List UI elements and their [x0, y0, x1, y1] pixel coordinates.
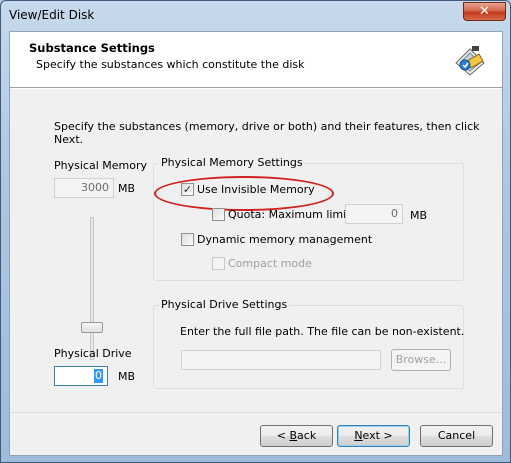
- annotation-ellipse: [154, 176, 334, 211]
- physical-memory-unit: MB: [118, 182, 136, 195]
- dialog-window: View/Edit Disk ✕ Substance Settings Spec…: [0, 0, 511, 463]
- cancel-button[interactable]: Cancel: [420, 425, 493, 447]
- physical-drive-label: Physical Drive: [54, 347, 132, 360]
- back-button[interactable]: < Back: [260, 425, 333, 447]
- drive-instruction-text: Enter the full file path. The file can b…: [180, 325, 465, 338]
- page-subtitle: Specify the substances which constitute …: [36, 58, 305, 71]
- disk-settings-icon: [455, 46, 485, 76]
- intro-text: Specify the substances (memory, drive or…: [54, 120, 480, 146]
- compact-mode-checkbox[interactable]: Compact mode: [212, 257, 312, 270]
- next-label: ext >: [362, 429, 393, 442]
- back-access-key: B: [289, 429, 298, 442]
- header-separator: [10, 88, 502, 89]
- next-access-key: N: [354, 429, 363, 442]
- window-title: View/Edit Disk: [9, 8, 95, 22]
- next-button[interactable]: Next >: [337, 425, 410, 447]
- browse-button[interactable]: Browse...: [391, 349, 451, 371]
- substance-slider-track[interactable]: [90, 217, 94, 360]
- physical-drive-input[interactable]: 0: [54, 366, 108, 386]
- physical-drive-settings-group: Physical Drive Settings: [153, 298, 464, 389]
- physical-memory-label: Physical Memory: [54, 159, 147, 172]
- physical-drive-settings-title: Physical Drive Settings: [159, 298, 290, 311]
- drive-path-input[interactable]: [181, 350, 381, 370]
- physical-memory-input[interactable]: 3000: [54, 178, 114, 198]
- substance-slider-thumb[interactable]: [81, 322, 103, 333]
- dynamic-memory-box[interactable]: [181, 233, 194, 246]
- quota-checkbox[interactable]: Quota: Maximum limit: [212, 208, 351, 221]
- footer-separator: [10, 412, 502, 413]
- dynamic-memory-checkbox[interactable]: Dynamic memory management: [181, 233, 372, 246]
- back-label: ack: [297, 429, 317, 442]
- physical-drive-value: 0: [94, 369, 103, 383]
- wizard-header: Substance Settings Specify the substance…: [10, 32, 502, 88]
- quota-input[interactable]: 0: [345, 204, 403, 224]
- dynamic-memory-label: Dynamic memory management: [197, 233, 373, 246]
- close-button[interactable]: ✕: [463, 2, 506, 21]
- back-prefix: <: [276, 429, 290, 442]
- quota-unit: MB: [410, 209, 428, 222]
- physical-drive-unit: MB: [118, 370, 136, 383]
- quota-box[interactable]: [212, 208, 225, 221]
- title-bar[interactable]: View/Edit Disk ✕: [1, 1, 510, 31]
- close-icon: ✕: [479, 4, 490, 19]
- physical-memory-settings-title: Physical Memory Settings: [159, 156, 305, 169]
- page-title: Substance Settings: [29, 41, 155, 55]
- compact-mode-label: Compact mode: [228, 257, 312, 270]
- compact-mode-box[interactable]: [212, 257, 225, 270]
- quota-label: Quota: Maximum limit: [228, 208, 351, 221]
- dialog-client: Substance Settings Specify the substance…: [9, 31, 503, 456]
